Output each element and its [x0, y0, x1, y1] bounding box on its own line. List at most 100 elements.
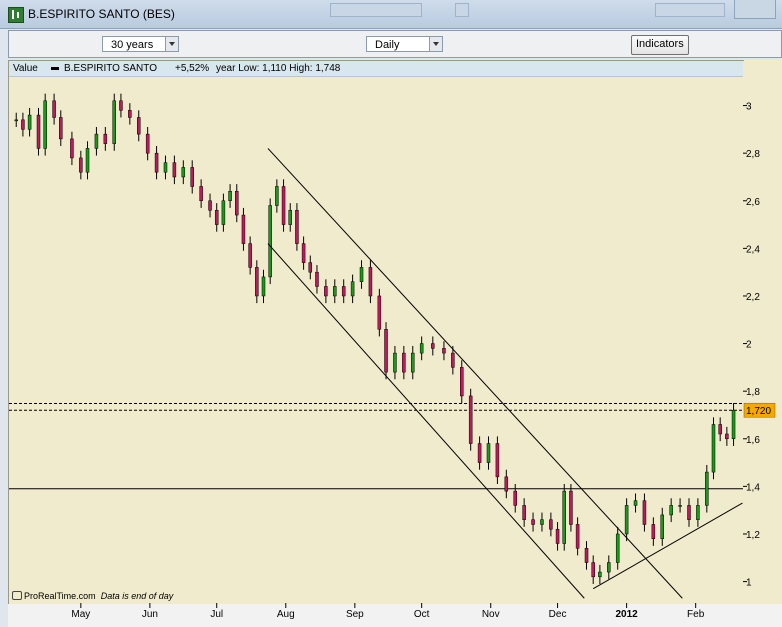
- candle-body: [419, 343, 424, 354]
- candle-body: [368, 267, 373, 297]
- y-tick-label: 1,4: [746, 482, 760, 493]
- candle-body: [411, 352, 415, 373]
- candle-body: [137, 117, 141, 135]
- candle-body: [687, 505, 691, 520]
- candle-body: [513, 490, 517, 506]
- trendline-support-rising: [592, 502, 743, 590]
- candle-body: [555, 528, 560, 544]
- y-tick-label: 2,6: [746, 197, 760, 208]
- candle-body: [522, 505, 526, 520]
- candle-body: [651, 524, 656, 539]
- candle-body: [275, 186, 279, 206]
- y-tick-label: 2: [746, 340, 752, 351]
- candle-body: [591, 562, 595, 578]
- candle-body: [350, 281, 355, 297]
- candle-body: [486, 443, 491, 463]
- candle-body: [208, 200, 212, 211]
- candle-body: [384, 329, 388, 373]
- candle-body: [255, 267, 259, 297]
- candle-body: [442, 348, 446, 354]
- candle-body: [181, 167, 186, 178]
- current-price-label: 1,720: [746, 406, 771, 417]
- candle-body: [221, 200, 226, 225]
- candle-body: [70, 138, 74, 159]
- candle-body: [705, 471, 709, 506]
- candle-body: [214, 210, 219, 225]
- candle-body: [261, 276, 266, 297]
- candle-body: [718, 424, 722, 435]
- candle-body: [540, 519, 544, 525]
- candle-body: [154, 152, 159, 173]
- candle-body: [731, 409, 736, 440]
- candle-body: [377, 295, 382, 330]
- candle-body: [241, 214, 246, 244]
- x-tick-label: Jun: [142, 609, 158, 620]
- candle-body: [288, 210, 292, 225]
- x-tick-label: Oct: [414, 609, 430, 620]
- candle-body: [451, 352, 455, 368]
- candle-body: [584, 548, 589, 563]
- candle-body: [248, 243, 252, 268]
- candle-body: [333, 286, 337, 297]
- candle-body: [199, 186, 203, 202]
- candle-body: [119, 100, 123, 111]
- candle-body: [79, 157, 83, 173]
- candle-body: [678, 505, 682, 507]
- y-tick-label: 1,6: [746, 435, 760, 446]
- credit-note: Data is end of day: [100, 591, 174, 601]
- candle-body: [468, 395, 473, 444]
- candle-body: [235, 190, 239, 216]
- candle-body: [85, 148, 90, 173]
- candle-body: [569, 490, 573, 525]
- candle-body: [633, 500, 638, 506]
- x-tick-label: Feb: [687, 609, 705, 620]
- candle-body: [301, 243, 306, 263]
- candle-body: [172, 162, 177, 178]
- candle-body: [711, 424, 716, 473]
- candle-body: [36, 114, 41, 149]
- candle-body: [103, 133, 108, 144]
- y-tick-label: 3: [746, 102, 752, 113]
- candle-body: [402, 352, 406, 373]
- candle-body: [359, 267, 364, 282]
- candle-body: [607, 562, 611, 573]
- candle-body: [615, 533, 620, 563]
- candle-body: [324, 286, 328, 297]
- candle-body: [163, 162, 168, 173]
- x-tick-label: May: [71, 609, 90, 620]
- candle-body: [190, 167, 194, 187]
- trendline-channel-lower: [267, 243, 585, 599]
- candle-body: [495, 443, 500, 478]
- candle-body: [145, 133, 150, 154]
- candle-body: [696, 505, 700, 520]
- y-tick-label: 2,4: [746, 244, 760, 255]
- y-tick-label: 2,2: [746, 292, 760, 303]
- price-chart: 3 2,8 2,6 2,4 2,2 2 1,8 1,6 1,4 1,2 1 May Jun Jul Aug S…: [9, 93, 776, 620]
- candle-body: [295, 210, 299, 244]
- x-tick-label: Nov: [482, 609, 500, 620]
- candle-body: [268, 205, 272, 278]
- x-tick-label: Aug: [277, 609, 295, 620]
- candle-body: [562, 490, 566, 544]
- y-tick-label: 1,2: [746, 530, 760, 541]
- candle-body: [393, 352, 397, 373]
- chart-credit: ProRealTime.com Data is end of day: [12, 591, 173, 601]
- candle-body: [27, 114, 32, 130]
- x-tick-label: Sep: [346, 609, 364, 620]
- candle-body: [549, 519, 553, 530]
- trendline-channel-upper: [267, 148, 683, 599]
- candle-body: [504, 476, 509, 492]
- candle-body: [112, 100, 116, 144]
- candle-body: [477, 443, 482, 463]
- camera-icon[interactable]: [12, 591, 22, 600]
- candle-body: [52, 100, 56, 118]
- candle-body: [128, 110, 132, 118]
- y-tick-label: 1,8: [746, 387, 760, 398]
- y-tick-label: 2,8: [746, 149, 760, 160]
- candle-body: [598, 571, 602, 578]
- candle-body: [59, 117, 63, 140]
- candle-body: [281, 186, 286, 225]
- candle-body: [669, 505, 673, 516]
- candle-body: [21, 119, 25, 130]
- candle-body: [14, 119, 18, 122]
